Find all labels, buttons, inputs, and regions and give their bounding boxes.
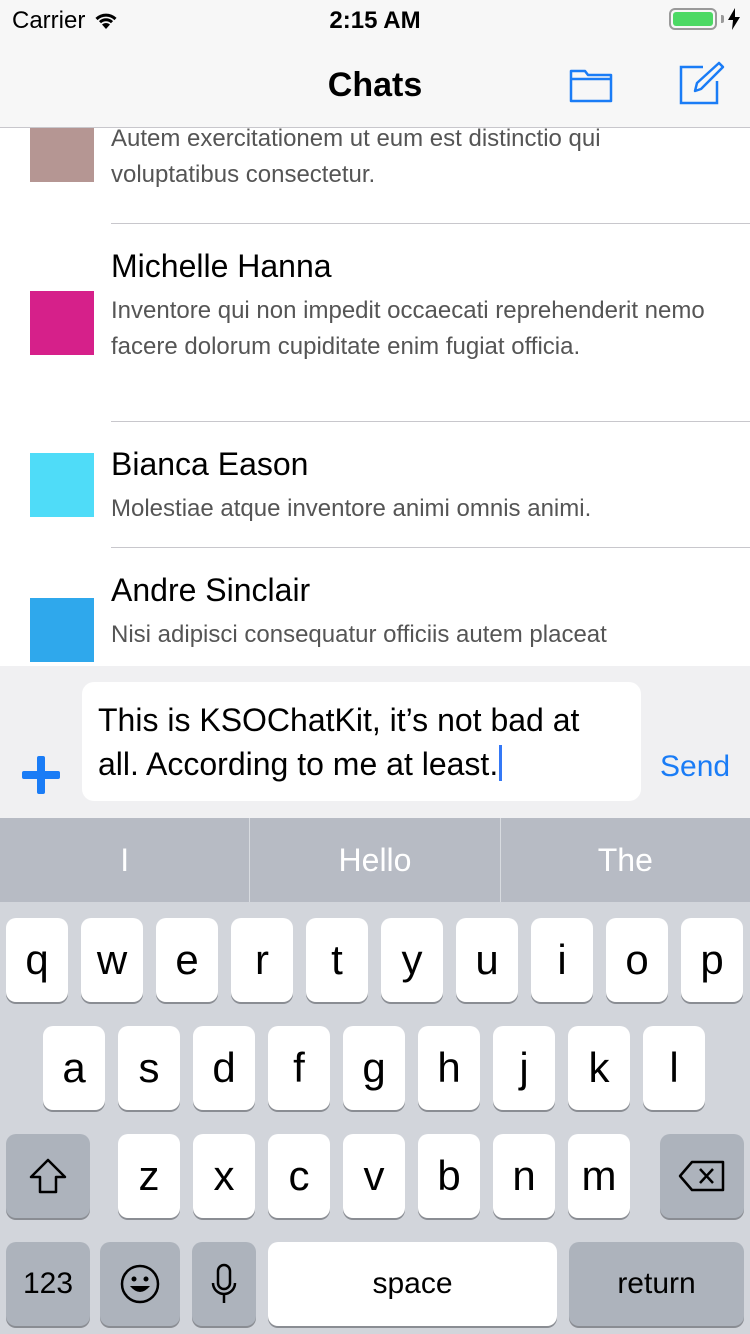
avatar: [30, 453, 94, 517]
message-input-text: This is KSOChatKit, it’s not bad at all.…: [98, 702, 580, 782]
key-r[interactable]: r: [231, 918, 293, 1002]
emoji-icon: [120, 1264, 160, 1304]
folder-icon: [569, 69, 613, 103]
attach-button[interactable]: [20, 754, 62, 796]
text-caret: [499, 745, 503, 781]
message-composer: This is KSOChatKit, it’s not bad at all.…: [0, 666, 750, 818]
shift-key[interactable]: [6, 1134, 90, 1218]
delete-icon: [678, 1160, 725, 1192]
key-o[interactable]: o: [606, 918, 668, 1002]
key-n[interactable]: n: [493, 1134, 555, 1218]
key-y[interactable]: y: [381, 918, 443, 1002]
key-v[interactable]: v: [343, 1134, 405, 1218]
chat-contact-name: Andre Sinclair: [111, 572, 311, 608]
chat-message-preview: Molestiae atque inventore animi omnis an…: [111, 495, 592, 522]
space-key[interactable]: space: [268, 1242, 557, 1326]
prediction-suggestion[interactable]: Hello: [250, 818, 501, 902]
row-divider: [111, 223, 750, 224]
chat-contact-name: Michelle Hanna: [111, 248, 332, 284]
predictive-bar: I Hello The: [0, 818, 750, 902]
chat-contact-name: Bianca Eason: [111, 446, 309, 482]
key-l[interactable]: l: [643, 1026, 705, 1110]
navigation-header: Carrier 2:15 AM Chats: [0, 0, 750, 128]
key-t[interactable]: t: [306, 918, 368, 1002]
microphone-key[interactable]: [192, 1242, 256, 1326]
prediction-suggestion[interactable]: The: [501, 818, 750, 902]
chat-message-preview: Autem exercitationem ut eum est distinct…: [111, 128, 601, 188]
compose-icon: [679, 61, 725, 105]
page-title: Chats: [327, 66, 423, 104]
avatar: [30, 291, 94, 355]
avatar: [30, 598, 94, 662]
key-e[interactable]: e: [156, 918, 218, 1002]
shift-icon: [29, 1158, 67, 1194]
message-input[interactable]: This is KSOChatKit, it’s not bad at all.…: [82, 682, 641, 801]
numbers-key[interactable]: 123: [6, 1242, 90, 1326]
key-z[interactable]: z: [118, 1134, 180, 1218]
status-bar: Carrier 2:15 AM: [0, 0, 750, 40]
compose-button[interactable]: [676, 60, 726, 108]
key-g[interactable]: g: [343, 1026, 405, 1110]
chat-list[interactable]: Autem exercitationem ut eum est distinct…: [0, 128, 750, 666]
key-p[interactable]: p: [681, 918, 743, 1002]
chat-message-preview: Inventore qui non impedit occaecati repr…: [111, 297, 705, 360]
keyboard: I Hello The q w e r t y u i o p a s d f …: [0, 818, 750, 1334]
key-m[interactable]: m: [568, 1134, 630, 1218]
key-c[interactable]: c: [268, 1134, 330, 1218]
return-key[interactable]: return: [569, 1242, 744, 1326]
plus-icon: [22, 756, 60, 794]
battery-icon: [669, 8, 717, 30]
key-h[interactable]: h: [418, 1026, 480, 1110]
key-q[interactable]: q: [6, 918, 68, 1002]
key-x[interactable]: x: [193, 1134, 255, 1218]
key-i[interactable]: i: [531, 918, 593, 1002]
charging-bolt-icon: [728, 8, 740, 30]
row-divider: [111, 421, 750, 422]
status-time: 2:15 AM: [329, 7, 421, 34]
avatar: [30, 128, 94, 182]
send-button[interactable]: Send: [660, 750, 730, 784]
delete-key[interactable]: [660, 1134, 744, 1218]
emoji-key[interactable]: [100, 1242, 180, 1326]
key-d[interactable]: d: [193, 1026, 255, 1110]
folder-button[interactable]: [566, 60, 616, 108]
key-u[interactable]: u: [456, 918, 518, 1002]
prediction-suggestion[interactable]: I: [0, 818, 251, 902]
key-w[interactable]: w: [81, 918, 143, 1002]
chat-message-preview: Nisi adipisci consequatur officiis autem…: [111, 621, 607, 648]
battery-indicator: [669, 8, 740, 30]
key-k[interactable]: k: [568, 1026, 630, 1110]
key-j[interactable]: j: [493, 1026, 555, 1110]
key-b[interactable]: b: [418, 1134, 480, 1218]
key-f[interactable]: f: [268, 1026, 330, 1110]
key-s[interactable]: s: [118, 1026, 180, 1110]
microphone-icon: [211, 1263, 237, 1303]
row-divider: [111, 547, 750, 548]
key-a[interactable]: a: [43, 1026, 105, 1110]
